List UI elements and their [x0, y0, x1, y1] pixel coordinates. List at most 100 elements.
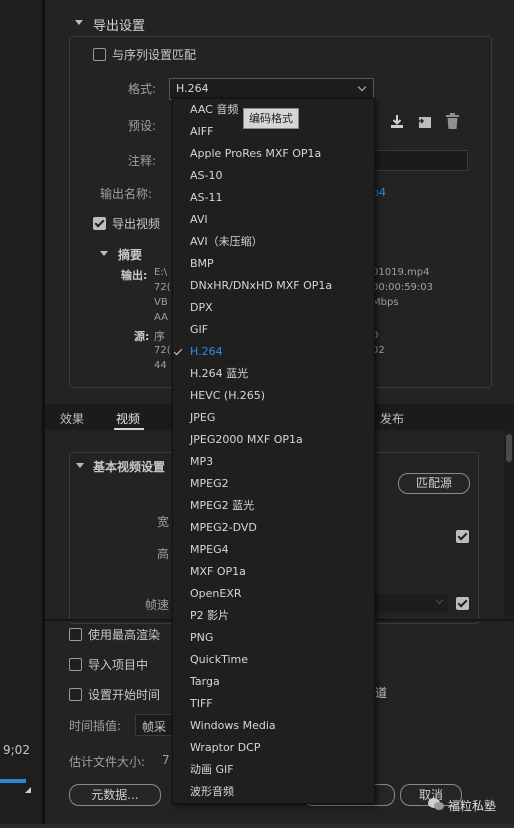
- tab-video[interactable]: 视频: [116, 410, 140, 427]
- format-option[interactable]: JPEG2000 MXF OP1a: [173, 429, 374, 451]
- progress-bar[interactable]: [0, 779, 26, 783]
- output-summary-right-2: 00:00:59:03: [372, 282, 434, 293]
- width-label: 宽: [157, 515, 170, 529]
- playhead-marker[interactable]: [25, 787, 31, 793]
- import-project-checkbox[interactable]: [69, 658, 82, 671]
- format-option[interactable]: 波形音频: [173, 781, 374, 803]
- output-summary-line-1: E:\: [154, 267, 168, 278]
- delete-preset-icon[interactable]: [445, 113, 460, 130]
- selected-indicator: [173, 341, 187, 363]
- fps-select[interactable]: [372, 594, 448, 612]
- output-summary-line-3: VB: [154, 297, 168, 308]
- set-start-label: 设置开始时间: [88, 688, 161, 702]
- source-summary-line-2: 72(: [154, 345, 171, 356]
- preview-strip: [0, 0, 42, 828]
- format-option[interactable]: H.264: [173, 341, 374, 363]
- collapse-summary-icon[interactable]: [100, 251, 108, 256]
- format-option[interactable]: Targa: [173, 671, 374, 693]
- format-option[interactable]: 动画 GIF: [173, 759, 374, 781]
- format-option[interactable]: H.264 蓝光: [173, 363, 374, 385]
- est-size-value: 7: [162, 753, 170, 767]
- format-option[interactable]: QuickTime: [173, 649, 374, 671]
- collapse-export-settings-icon[interactable]: [75, 20, 83, 25]
- max-render-label: 使用最高渲染: [88, 628, 161, 642]
- bottom-edge: [0, 824, 514, 828]
- match-source-button[interactable]: 匹配源: [398, 473, 470, 494]
- format-option[interactable]: DNxHR/DNxHD MXF OP1a: [173, 275, 374, 297]
- format-select-value: H.264: [176, 82, 209, 95]
- format-option[interactable]: Wraptor DCP: [173, 737, 374, 759]
- collapse-video-settings-icon[interactable]: [76, 463, 84, 468]
- format-option[interactable]: Apple ProRes MXF OP1a: [173, 143, 374, 165]
- comment-input[interactable]: [370, 150, 468, 171]
- wechat-icon: [427, 797, 445, 811]
- preset-label: 预设:: [128, 119, 157, 133]
- est-size-label: 估计文件大小:: [69, 755, 146, 769]
- format-option[interactable]: JPEG: [173, 407, 374, 429]
- set-start-checkbox[interactable]: [69, 688, 82, 701]
- format-option[interactable]: OpenEXR: [173, 583, 374, 605]
- format-option[interactable]: AS-10: [173, 165, 374, 187]
- format-option[interactable]: MP3: [173, 451, 374, 473]
- output-summary-right-1: 01019.mp4: [372, 267, 430, 278]
- format-option[interactable]: MXF OP1a: [173, 561, 374, 583]
- format-option[interactable]: TIFF: [173, 693, 374, 715]
- height-label: 高: [157, 547, 170, 561]
- tab-effects[interactable]: 效果: [60, 410, 84, 427]
- output-summary-line-4: AA: [154, 312, 168, 323]
- video-settings-title: 基本视频设置: [93, 460, 166, 474]
- tab-video-underline: [114, 428, 144, 430]
- format-option[interactable]: MPEG2: [173, 473, 374, 495]
- fps-label: 帧速: [145, 598, 170, 612]
- format-option[interactable]: AS-11: [173, 187, 374, 209]
- format-option[interactable]: DPX: [173, 297, 374, 319]
- import-project-label: 导入项目中: [88, 658, 149, 672]
- format-option[interactable]: HEVC (H.265): [173, 385, 374, 407]
- format-option[interactable]: BMP: [173, 253, 374, 275]
- checkmark-icon: [173, 346, 183, 356]
- export-video-label: 导出视频: [112, 217, 161, 231]
- watermark-text: 福粒私塾: [448, 799, 497, 813]
- scrollbar[interactable]: [504, 430, 514, 618]
- encoding-format-tooltip: 编码格式: [243, 108, 299, 129]
- interp-select-value: 帧采: [142, 720, 167, 734]
- match-sequence-label: 与序列设置匹配: [112, 48, 197, 62]
- fps-checkbox[interactable]: [456, 597, 469, 610]
- source-summary-line-1: 序: [154, 330, 165, 343]
- timecode: 9;02: [3, 743, 30, 757]
- output-summary-label: 输出:: [121, 269, 148, 282]
- tab-publish[interactable]: 发布: [380, 410, 404, 427]
- format-dropdown-menu: AAC 音频 AIFF Apple ProRes MXF OP1a AS-10 AS-1…: [172, 98, 375, 804]
- output-name-label: 输出名称:: [100, 187, 153, 201]
- format-option[interactable]: PNG: [173, 627, 374, 649]
- max-render-checkbox[interactable]: [69, 628, 82, 641]
- tooltip-text: 编码格式: [249, 112, 293, 125]
- output-summary-right-3: Mbps: [372, 297, 399, 308]
- match-sequence-checkbox[interactable]: [93, 48, 106, 61]
- comment-label: 注释:: [128, 154, 157, 168]
- format-option[interactable]: Windows Media: [173, 715, 374, 737]
- format-option[interactable]: P2 影片: [173, 605, 374, 627]
- format-select[interactable]: H.264: [169, 78, 374, 100]
- interp-label: 时间插值:: [69, 719, 122, 733]
- summary-label: 摘要: [118, 248, 143, 262]
- metadata-button[interactable]: 元数据...: [69, 784, 161, 806]
- save-preset-icon[interactable]: [416, 114, 434, 130]
- interp-select[interactable]: 帧采: [135, 714, 177, 736]
- format-option[interactable]: AVI: [173, 209, 374, 231]
- format-option[interactable]: MPEG2-DVD: [173, 517, 374, 539]
- export-video-checkbox[interactable]: [93, 217, 106, 230]
- scrollbar-thumb[interactable]: [506, 434, 512, 462]
- chevron-down-icon: [357, 82, 367, 92]
- export-settings-title: 导出设置: [93, 19, 146, 34]
- right-fragment: 道: [375, 686, 388, 700]
- format-option[interactable]: GIF: [173, 319, 374, 341]
- format-label: 格式:: [128, 82, 157, 96]
- import-preset-icon[interactable]: [389, 114, 405, 130]
- format-option[interactable]: AVI（未压缩）: [173, 231, 374, 253]
- output-summary-line-2: 72(: [154, 282, 171, 293]
- format-option[interactable]: MPEG2 蓝光: [173, 495, 374, 517]
- format-option[interactable]: MPEG4: [173, 539, 374, 561]
- source-summary-line-3: 44: [154, 360, 167, 371]
- width-link-checkbox[interactable]: [456, 530, 469, 543]
